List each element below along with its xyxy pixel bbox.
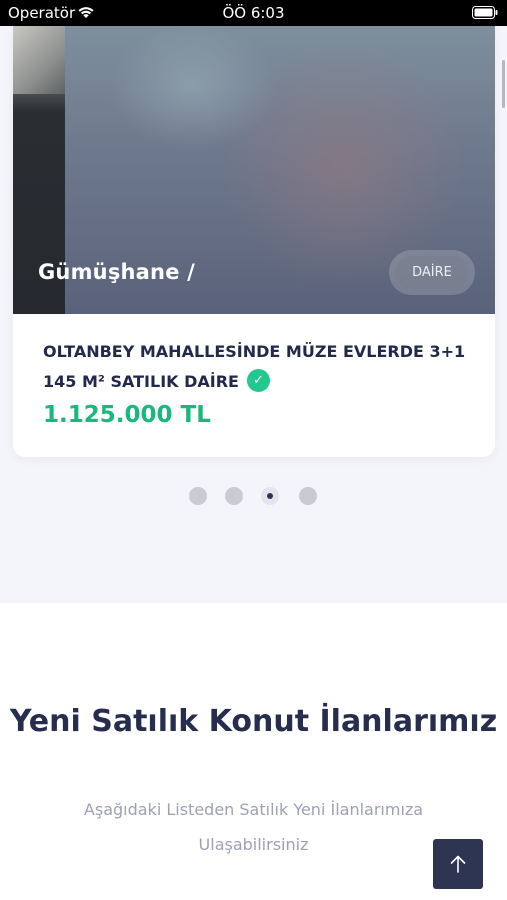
pagination-dot-3[interactable] <box>261 487 279 505</box>
battery-icon <box>472 6 498 19</box>
property-type-badge[interactable]: DAİRE <box>389 250 475 295</box>
listing-price: 1.125.000 TL <box>43 402 211 428</box>
back-to-top-button[interactable] <box>433 839 483 889</box>
pagination-dot-1[interactable] <box>189 487 207 505</box>
check-circle-icon: ✓ <box>246 369 270 392</box>
pagination-dot-2[interactable] <box>225 487 243 505</box>
listing-photo[interactable]: Gümüşhane / DAİRE <box>13 26 495 314</box>
scroll-indicator[interactable] <box>502 60 505 108</box>
arrow-up-icon <box>450 855 466 873</box>
listing-title[interactable]: OLTANBEY MAHALLESİNDE MÜZE EVLERDE 3+1 1… <box>43 337 473 397</box>
listing-location: Gümüşhane / <box>38 260 196 284</box>
section-subtitle: Aşağıdaki Listeden Satılık Yeni İlanları… <box>83 800 424 854</box>
status-bar: Operatör ÖÖ 6:03 <box>0 0 507 26</box>
listing-card[interactable]: Gümüşhane / DAİRE OLTANBEY MAHALLESİNDE … <box>13 26 495 457</box>
status-time: ÖÖ 6:03 <box>222 4 285 22</box>
section-title: Yeni Satılık Konut İlanlarımız <box>9 704 498 739</box>
new-listings-section: Yeni Satılık Konut İlanlarımız Aşağıdaki… <box>0 603 507 900</box>
pagination-dot-4[interactable] <box>299 487 317 505</box>
photo-left-wall <box>13 26 65 94</box>
property-type-label: DAİRE <box>395 256 469 289</box>
